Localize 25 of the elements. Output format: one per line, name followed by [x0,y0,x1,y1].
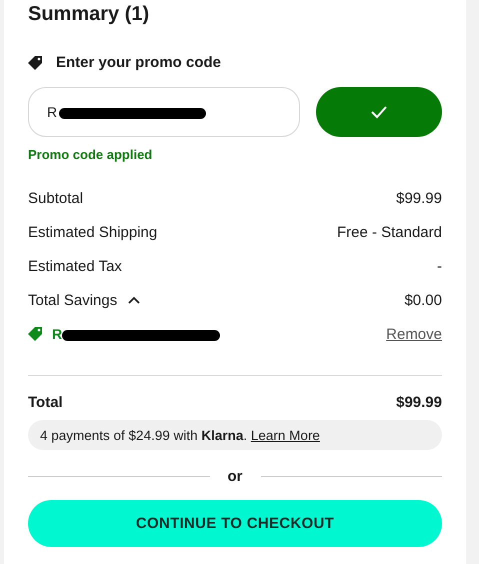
row-label: Total Savings [28,292,118,308]
remove-link[interactable]: Remove [386,326,442,342]
promo-heading: Enter your promo code [56,54,222,71]
row-value: $0.00 [404,292,442,308]
installment-text: 4 payments of $24.99 with Klarna. Learn More [40,428,320,442]
checkout-button[interactable]: CONTINUE TO CHECKOUT [28,500,442,547]
promo-status: Promo code applied [28,147,154,163]
row-value: Free - Standard [336,224,442,240]
or-separator: or [228,468,242,484]
total-label: Total [28,394,63,410]
applied-code: R [52,326,62,342]
total-value: $99.99 [396,394,442,410]
caret-up-icon[interactable] [127,294,142,306]
summary-title: Summary (1) [28,2,150,27]
row-value: - [437,258,442,274]
row-value: $99.99 [396,190,442,206]
tag-icon [28,54,44,70]
row-label: Estimated Shipping [28,224,158,240]
row-label: Estimated Tax [28,258,122,274]
checkmark-icon [370,105,388,119]
apply-button[interactable] [316,87,442,137]
tag-icon [28,326,44,342]
learn-more-link[interactable]: Learn More [250,428,320,442]
row-label: Subtotal [28,190,84,206]
promo-code-field[interactable]: R [28,87,300,137]
